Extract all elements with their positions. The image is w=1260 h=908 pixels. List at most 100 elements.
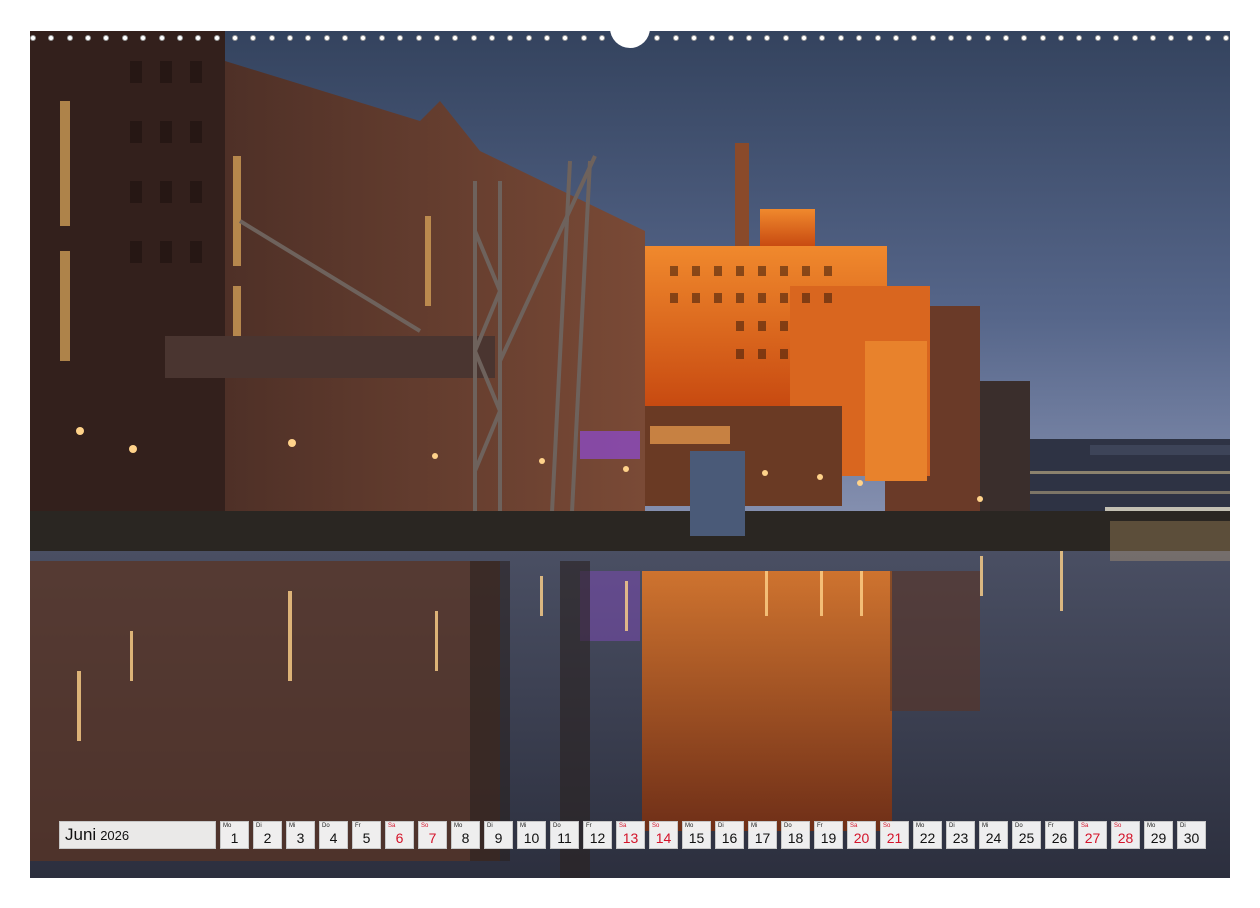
day-cell: Mo 22: [913, 821, 942, 849]
month-label: Juni 2026: [59, 821, 216, 849]
day-cell: Di 16: [715, 821, 744, 849]
weekday-abbr: Do: [1015, 823, 1023, 829]
weekday-abbr: Do: [784, 823, 792, 829]
binding-ring: [397, 35, 404, 41]
binding-ring: [892, 35, 899, 41]
binding-ring: [1223, 35, 1230, 41]
weekday-abbr: Do: [322, 823, 330, 829]
weekday-abbr: So: [1114, 823, 1122, 829]
binding-ring: [672, 35, 679, 41]
binding-ring: [415, 35, 422, 41]
weekday-abbr: Fr: [1048, 823, 1054, 829]
weekday-abbr: So: [652, 823, 660, 829]
weekday-abbr: Sa: [619, 823, 627, 829]
binding-ring: [819, 35, 826, 41]
day-cell: Mo 8: [451, 821, 480, 849]
binding-ring: [525, 35, 532, 41]
binding-ring: [103, 35, 110, 41]
binding-ring: [599, 35, 606, 41]
binding-ring: [195, 35, 202, 41]
day-number: 9: [494, 830, 503, 846]
day-number: 30: [1183, 830, 1200, 846]
binding-ring: [709, 35, 716, 41]
day-cell: Sa 27: [1078, 821, 1107, 849]
weekday-abbr: So: [883, 823, 891, 829]
day-number: 17: [754, 830, 771, 846]
day-cell: Do 18: [781, 821, 810, 849]
binding-ring: [323, 35, 330, 41]
day-cell: So 7: [418, 821, 447, 849]
binding-ring: [856, 35, 863, 41]
day-cell: Mi 10: [517, 821, 546, 849]
day-number: 11: [557, 830, 572, 846]
day-cell: Mo 15: [682, 821, 711, 849]
day-cell: Do 11: [550, 821, 579, 849]
day-cell: Di 30: [1177, 821, 1206, 849]
binding-ring: [874, 35, 881, 41]
binding-ring: [158, 35, 165, 41]
day-cell: Fr 5: [352, 821, 381, 849]
weekday-abbr: So: [421, 823, 429, 829]
day-number: 12: [589, 830, 606, 846]
weekday-abbr: Sa: [1081, 823, 1089, 829]
binding-ring: [250, 35, 257, 41]
binding-ring: [966, 35, 973, 41]
day-cell: Di 9: [484, 821, 513, 849]
day-number: 25: [1018, 830, 1035, 846]
binding-ring: [947, 35, 954, 41]
day-cell: Do 25: [1012, 821, 1041, 849]
calendar-photo: [30, 31, 1230, 878]
binding-ring: [690, 35, 697, 41]
binding-ring: [378, 35, 385, 41]
binding-ring: [48, 35, 55, 41]
binding-ring: [470, 35, 477, 41]
day-cell: So 14: [649, 821, 678, 849]
binding-ring: [488, 35, 495, 41]
day-number: 20: [853, 830, 870, 846]
weekday-abbr: Mo: [223, 823, 232, 829]
year: 2026: [100, 827, 130, 843]
day-number: 6: [395, 830, 404, 846]
day-number: 28: [1117, 830, 1134, 846]
binding-ring: [764, 35, 771, 41]
binding-ring: [562, 35, 569, 41]
harbor-night-scene: [30, 31, 1230, 878]
day-cell: Fr 12: [583, 821, 612, 849]
weekday-abbr: Mi: [289, 823, 296, 829]
day-number: 2: [263, 830, 272, 846]
binding-ring: [287, 35, 294, 41]
quay-wall: [30, 511, 1230, 551]
weekday-abbr: Mi: [520, 823, 527, 829]
day-number: 8: [461, 830, 470, 846]
day-cell: Mi 24: [979, 821, 1008, 849]
day-number: 3: [296, 830, 305, 846]
weekday-abbr: Di: [718, 823, 724, 829]
month-name: Juni: [65, 825, 97, 844]
weekday-abbr: Fr: [817, 823, 823, 829]
binding-ring: [268, 35, 275, 41]
weekday-abbr: Sa: [850, 823, 858, 829]
binding-ring: [782, 35, 789, 41]
weekday-abbr: Di: [256, 823, 262, 829]
binding-ring: [121, 35, 128, 41]
day-number: 19: [820, 830, 837, 846]
binding-ring: [801, 35, 808, 41]
weekday-abbr: Di: [487, 823, 493, 829]
weekday-abbr: Mi: [751, 823, 758, 829]
day-number: 23: [952, 830, 969, 846]
day-number: 1: [230, 830, 239, 846]
binding-ring: [1094, 35, 1101, 41]
binding-ring: [1131, 35, 1138, 41]
day-cell: Sa 13: [616, 821, 645, 849]
day-cell: Do 4: [319, 821, 348, 849]
day-cell: Di 23: [946, 821, 975, 849]
day-number: 24: [985, 830, 1002, 846]
weekday-abbr: Mo: [1147, 823, 1156, 829]
day-cell: Mi 3: [286, 821, 315, 849]
day-number: 22: [919, 830, 936, 846]
binding-ring: [1186, 35, 1193, 41]
binding-ring: [544, 35, 551, 41]
day-cell: Fr 19: [814, 821, 843, 849]
binding-ring: [176, 35, 183, 41]
binding-ring: [360, 35, 367, 41]
